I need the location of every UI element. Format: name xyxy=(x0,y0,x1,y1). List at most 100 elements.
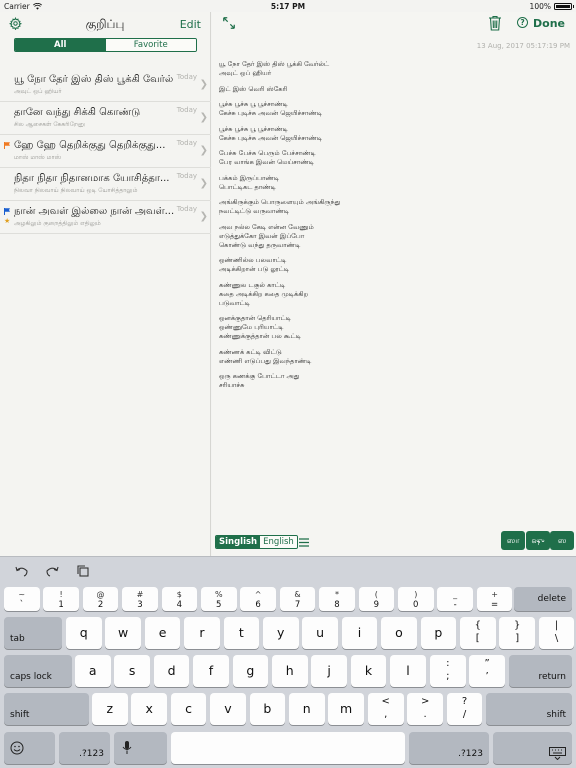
edit-button[interactable]: Edit xyxy=(180,18,201,31)
key-r[interactable]: r xyxy=(184,617,220,649)
return-key[interactable]: return xyxy=(509,655,572,687)
undo-icon[interactable] xyxy=(15,565,29,577)
menu-icon[interactable] xyxy=(299,538,309,547)
key-letter: h xyxy=(285,663,294,678)
note-date: Today xyxy=(176,139,197,147)
key-][interactable]: }] xyxy=(499,617,535,649)
key-\[interactable]: | \ xyxy=(538,617,575,649)
space-key[interactable] xyxy=(171,732,405,764)
key-c[interactable]: c xyxy=(170,693,207,725)
key-8[interactable]: * 8 xyxy=(319,587,355,611)
key-punct-row3-2[interactable]: ? / xyxy=(446,693,483,725)
key-[[interactable]: {[ xyxy=(460,617,496,649)
key-y[interactable]: y xyxy=(263,617,299,649)
note-line: கண்ணுல டகுல் காட்டி xyxy=(219,280,286,289)
list-item[interactable]: யூ நோ தேர் இஸ் திஸ் பூக்கி வேர்ல்ட் அவுட்… xyxy=(0,69,211,102)
note-stanza: அங்கிருக்கும் பொருளையும் அங்கிருந்து நவட்… xyxy=(219,198,559,216)
list-item[interactable]: ஹே ஹே தெறிக்குது தெறிக்குது... மாஸ் மாஸ் … xyxy=(0,135,211,168)
done-button[interactable]: Done xyxy=(533,17,565,30)
key-t[interactable]: t xyxy=(223,617,260,649)
key-symbol: ( xyxy=(374,590,378,599)
note-date: Today xyxy=(176,106,197,114)
note-line: கேச்சு புடிச்சு அவன் ஜெயிச்சாண்டி xyxy=(219,109,323,117)
numbers-key-right[interactable]: .?123 xyxy=(409,732,489,764)
help-button[interactable]: ? xyxy=(517,17,528,28)
tab-key[interactable]: tab xyxy=(4,617,62,649)
key-v[interactable]: v xyxy=(210,693,246,725)
note-line: ஒண்ணுமே புரியாட்டி xyxy=(219,323,284,331)
key-1[interactable]: ! 1 xyxy=(43,587,79,611)
key-7[interactable]: & 7 xyxy=(279,587,316,611)
trash-icon[interactable] xyxy=(488,15,502,31)
delete-key[interactable]: delete xyxy=(514,587,572,611)
key-a[interactable]: a xyxy=(75,655,111,687)
key-d[interactable]: d xyxy=(153,655,190,687)
key-m[interactable]: m xyxy=(328,693,364,725)
key-punct-1[interactable]: ”’ xyxy=(469,655,505,687)
numbers-key-left[interactable]: .?123 xyxy=(59,732,110,764)
key-2[interactable]: @2 xyxy=(82,587,119,611)
key-6[interactable]: ^ 6 xyxy=(240,587,276,611)
note-stanza: கண்ணக் கட்டி விட்டு எண்ணி எடுப்பது இவந்தா… xyxy=(219,348,559,366)
key-5[interactable]: % 5 xyxy=(201,587,237,611)
key-0[interactable]: ) 0 xyxy=(398,587,434,611)
key-3[interactable]: #3 xyxy=(122,587,158,611)
key-f[interactable]: f xyxy=(193,655,229,687)
key-g[interactable]: g xyxy=(232,655,269,687)
hide-keyboard-key[interactable] xyxy=(493,732,572,764)
list-item[interactable]: ★ நான் அவள் இல்லை நான் அவள்... அழகிலும் கு… xyxy=(0,201,211,234)
list-item[interactable]: நிதா நிதா நிதானமாக யோசித்தா... நிலவா நிலவ… xyxy=(0,168,211,201)
chevron-right-icon: ❯ xyxy=(199,145,208,156)
key-4[interactable]: $4 xyxy=(161,587,198,611)
paste-icon[interactable] xyxy=(76,565,90,577)
key-e[interactable]: e xyxy=(144,617,181,649)
key-p[interactable]: p xyxy=(420,617,457,649)
key-number: = xyxy=(490,600,499,610)
shift-key-left[interactable]: shift xyxy=(4,693,89,725)
emoji-key[interactable] xyxy=(4,732,55,764)
dictation-key[interactable] xyxy=(114,732,167,764)
char-key-3[interactable]: ஸ xyxy=(550,531,574,550)
caps-lock-key[interactable]: caps lock xyxy=(4,655,72,687)
key-punct-row3-1[interactable]: >. xyxy=(407,693,443,725)
shift-key-right[interactable]: shift xyxy=(486,693,572,725)
key--[interactable]: _ - xyxy=(437,587,473,611)
key-punct-0[interactable]: :; xyxy=(430,655,466,687)
key-w[interactable]: w xyxy=(105,617,141,649)
key-n[interactable]: n xyxy=(289,693,325,725)
tab-favorite[interactable]: Favorite xyxy=(105,39,196,51)
key-letter: d xyxy=(167,663,176,678)
key-b[interactable]: b xyxy=(249,693,286,725)
key-l[interactable]: l xyxy=(390,655,426,687)
key-q[interactable]: q xyxy=(66,617,102,649)
note-stanza: ஒரு கணக்கு போட்டா அது சரியாச்சு xyxy=(219,372,559,390)
key-=[interactable]: + = xyxy=(476,587,513,611)
key-punct-row3-0[interactable]: <, xyxy=(368,693,404,725)
key-label: caps lock xyxy=(10,672,52,682)
flag-icon xyxy=(4,142,10,149)
key-letter: s xyxy=(128,663,136,678)
expand-icon[interactable] xyxy=(222,16,236,30)
char-key-1[interactable]: ஸா xyxy=(501,531,525,550)
key-symbol: ^ xyxy=(254,590,262,599)
list-item[interactable]: தானே வந்து சிக்கி கொண்டு சில ஆசைகள் கேகரி… xyxy=(0,102,211,135)
key-z[interactable]: z xyxy=(92,693,128,725)
tab-all[interactable]: All xyxy=(15,39,106,51)
key-u[interactable]: u xyxy=(302,617,338,649)
tab-singlish[interactable]: Singlish xyxy=(216,536,261,548)
tab-english[interactable]: English xyxy=(260,536,297,548)
key-k[interactable]: k xyxy=(350,655,387,687)
key-j[interactable]: j xyxy=(311,655,347,687)
char-key-2[interactable]: ஷு xyxy=(526,531,550,550)
key-h[interactable]: h xyxy=(272,655,308,687)
key-i[interactable]: i xyxy=(341,617,378,649)
key-o[interactable]: o xyxy=(381,617,417,649)
key-`[interactable]: ~ ` xyxy=(4,587,40,611)
key-x[interactable]: x xyxy=(131,693,167,725)
note-text-area[interactable]: யூ நோ தேர் இஸ் திஸ் பூக்கி வேர்ல்ட் அவுட்… xyxy=(219,60,559,397)
key-number: 5 xyxy=(216,600,222,610)
key-s[interactable]: s xyxy=(114,655,150,687)
redo-icon[interactable] xyxy=(45,565,59,577)
key-symbol: ’ xyxy=(485,671,489,682)
key-9[interactable]: (9 xyxy=(358,587,395,611)
